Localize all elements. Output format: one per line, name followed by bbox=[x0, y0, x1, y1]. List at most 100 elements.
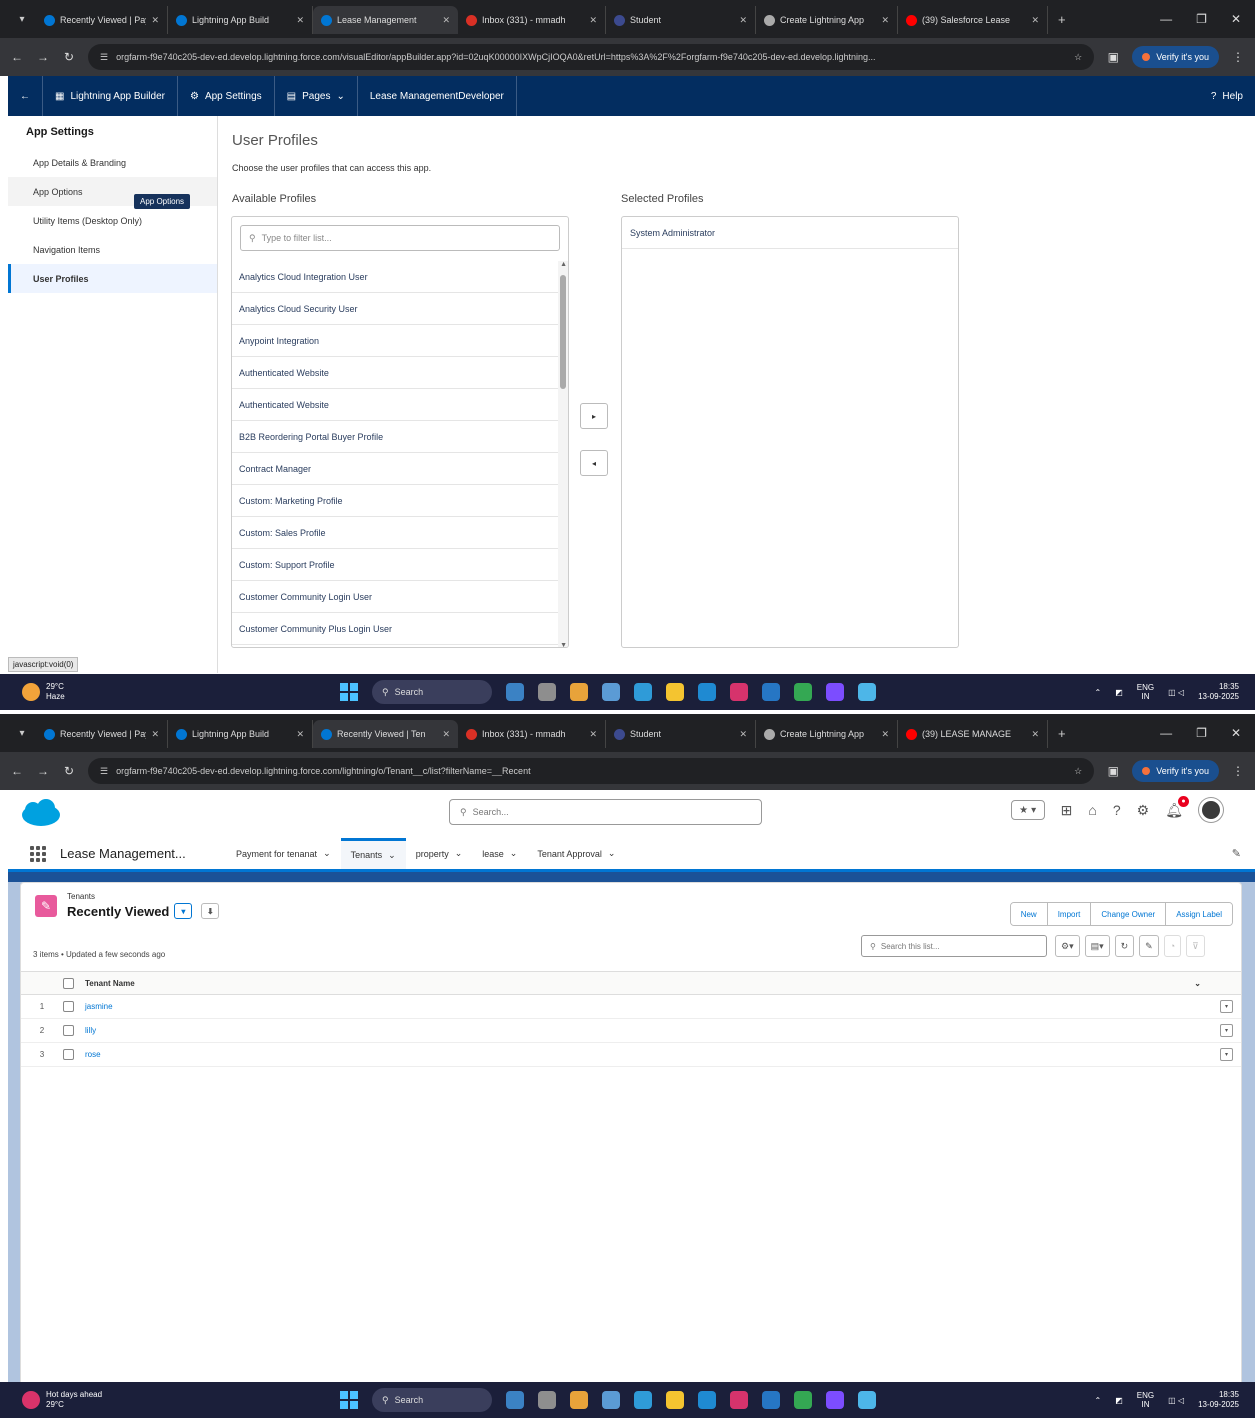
list-item[interactable]: B2B Reordering Portal Buyer Profile bbox=[232, 421, 558, 453]
edge-alt-icon[interactable] bbox=[698, 683, 716, 701]
tab-close-icon[interactable]: ✕ bbox=[1031, 729, 1039, 740]
list-item[interactable]: Anypoint Integration bbox=[232, 325, 558, 357]
list-item[interactable]: Customer Community Plus Login User bbox=[232, 613, 558, 645]
forward-icon[interactable]: → bbox=[36, 50, 50, 64]
browser-tab[interactable]: Recently Viewed | Pay ✕ bbox=[36, 720, 168, 748]
pin-list-icon[interactable]: ⬇ bbox=[201, 903, 220, 919]
bookmark-star-icon[interactable]: ☆ bbox=[1074, 766, 1082, 777]
sidebar-item-user-profiles[interactable]: User Profiles bbox=[8, 264, 217, 293]
edge-alt-icon[interactable] bbox=[698, 1391, 716, 1409]
import-button[interactable]: Import bbox=[1047, 903, 1092, 925]
minimize-icon[interactable]: — bbox=[1160, 726, 1172, 740]
edge-icon[interactable] bbox=[634, 683, 652, 701]
browser-tab[interactable]: Student ✕ bbox=[606, 6, 756, 34]
new-tab-button[interactable]: + bbox=[1048, 726, 1076, 741]
verify-profile-button[interactable]: Verify it's you bbox=[1132, 46, 1219, 68]
tenant-name-link[interactable]: rose bbox=[85, 1050, 101, 1059]
list-item[interactable]: Authenticated Website bbox=[232, 389, 558, 421]
browser-tab[interactable]: Lightning App Build ✕ bbox=[168, 6, 313, 34]
scroll-thumb[interactable] bbox=[560, 275, 566, 389]
display-as-table-icon[interactable]: ▤▾ bbox=[1084, 935, 1110, 957]
language-indicator[interactable]: ENG IN bbox=[1137, 683, 1154, 701]
scroll-up-icon[interactable]: ▲ bbox=[560, 261, 567, 268]
browser-tab[interactable]: Create Lightning App ✕ bbox=[756, 6, 898, 34]
weather-widget[interactable]: 29°C Haze bbox=[0, 682, 340, 702]
edit-list-pencil-icon[interactable]: ✎ bbox=[1139, 935, 1159, 957]
tray-app-icon[interactable]: ◩ bbox=[1115, 1396, 1123, 1405]
chevron-down-icon[interactable]: ⌄ bbox=[608, 848, 616, 859]
chart-icon[interactable]: ◔ bbox=[1163, 935, 1182, 957]
available-profiles-listbox[interactable]: ⚲ Type to filter list... Analytics Cloud… bbox=[231, 216, 569, 648]
tab-close-icon[interactable]: ✕ bbox=[739, 729, 747, 740]
tray-chevron-icon[interactable]: ⌃ bbox=[1095, 1396, 1102, 1405]
chrome-icon[interactable] bbox=[570, 683, 588, 701]
move-to-available-button[interactable]: ◂ bbox=[580, 450, 608, 476]
chevron-down-icon[interactable]: ⌄ bbox=[510, 848, 518, 859]
browser-tab[interactable]: Recently Viewed | Ten ✕ bbox=[313, 720, 458, 748]
tenant-name-link[interactable]: lilly bbox=[85, 1026, 96, 1035]
tray-chevron-icon[interactable]: ⌃ bbox=[1095, 688, 1102, 697]
browser-tab[interactable]: Recently Viewed | Pay ✕ bbox=[36, 6, 168, 34]
filter-input[interactable]: ⚲ Type to filter list... bbox=[240, 225, 560, 251]
tab-close-icon[interactable]: ✕ bbox=[739, 15, 747, 26]
close-window-icon[interactable]: ✕ bbox=[1231, 726, 1241, 740]
clock[interactable]: 18:35 13-09-2025 bbox=[1198, 682, 1239, 702]
browser-tab[interactable]: Lightning App Build ✕ bbox=[168, 720, 313, 748]
browser-tab[interactable]: Create Lightning App ✕ bbox=[756, 720, 898, 748]
tenant-name-link[interactable]: jasmine bbox=[85, 1002, 113, 1011]
row-actions-menu-icon[interactable]: ▾ bbox=[1220, 1024, 1233, 1037]
list-item[interactable]: Custom: Marketing Profile bbox=[232, 485, 558, 517]
list-view-controls-gear-icon[interactable]: ⚙▾ bbox=[1055, 935, 1080, 957]
app-icon[interactable] bbox=[826, 683, 844, 701]
mcafee-icon[interactable] bbox=[730, 683, 748, 701]
sidebar-item-navigation-items[interactable]: Navigation Items bbox=[8, 235, 217, 264]
tab-close-icon[interactable]: ✕ bbox=[881, 15, 889, 26]
row-actions-menu-icon[interactable]: ▾ bbox=[1220, 1048, 1233, 1061]
list-item[interactable]: Analytics Cloud Security User bbox=[232, 293, 558, 325]
tab-close-icon[interactable]: ✕ bbox=[151, 729, 159, 740]
browser-tab[interactable]: Student ✕ bbox=[606, 720, 756, 748]
tab-close-icon[interactable]: ✕ bbox=[442, 15, 450, 26]
bookmark-star-icon[interactable]: ☆ bbox=[1074, 52, 1082, 63]
sidebar-item-utility-items[interactable]: Utility Items (Desktop Only) bbox=[8, 206, 217, 235]
chrome-alt-icon[interactable] bbox=[794, 1391, 812, 1409]
tab-close-icon[interactable]: ✕ bbox=[296, 729, 304, 740]
tab-search-icon[interactable]: ▾ bbox=[8, 722, 36, 744]
chevron-down-icon[interactable]: ⌄ bbox=[455, 848, 463, 859]
close-window-icon[interactable]: ✕ bbox=[1231, 12, 1241, 26]
assign-label-button[interactable]: Assign Label bbox=[1166, 903, 1232, 925]
file-explorer-icon[interactable] bbox=[666, 1391, 684, 1409]
edit-nav-pencil-icon[interactable]: ✎ bbox=[1232, 847, 1241, 860]
list-item[interactable]: Analytics Cloud Integration User bbox=[232, 261, 558, 293]
list-view-picker-button[interactable]: ▾ bbox=[174, 903, 193, 919]
list-item[interactable]: System Administrator bbox=[622, 217, 958, 249]
windows-start-icon[interactable] bbox=[340, 683, 358, 701]
store-icon[interactable] bbox=[602, 1391, 620, 1409]
url-bar[interactable]: ☰ orgfarm-f9e740c205-dev-ed.develop.ligh… bbox=[88, 44, 1095, 70]
edge-icon[interactable] bbox=[634, 1391, 652, 1409]
task-view-icon[interactable] bbox=[506, 1391, 524, 1409]
trailhead-icon[interactable]: ⌂ bbox=[1088, 802, 1096, 818]
help-icon[interactable]: ? bbox=[1113, 802, 1121, 818]
browser-tab[interactable]: Lease Management ✕ bbox=[313, 6, 458, 34]
listbox-scrollbar[interactable]: ▲ ▼ bbox=[558, 261, 568, 647]
back-arrow-button[interactable]: ← bbox=[8, 76, 43, 116]
menu-kebab-icon[interactable]: ⋮ bbox=[1231, 50, 1245, 64]
row-checkbox[interactable] bbox=[63, 1025, 74, 1036]
salesforce-logo-icon[interactable] bbox=[20, 799, 62, 829]
mcafee-icon[interactable] bbox=[730, 1391, 748, 1409]
chevron-down-icon[interactable]: ⌄ bbox=[323, 848, 331, 859]
list-item[interactable]: Authenticated Website bbox=[232, 357, 558, 389]
tab-close-icon[interactable]: ✕ bbox=[442, 729, 450, 740]
site-info-icon[interactable]: ☰ bbox=[100, 766, 108, 777]
taskbar-search[interactable]: ⚲ Search bbox=[372, 1388, 492, 1412]
browser-tab[interactable]: (39) LEASE MANAGE ✕ bbox=[898, 720, 1048, 748]
global-create-icon[interactable]: ⊞ bbox=[1061, 802, 1073, 819]
photos-icon[interactable] bbox=[858, 1391, 876, 1409]
chrome-icon[interactable] bbox=[570, 1391, 588, 1409]
selected-profiles-listbox[interactable]: System Administrator bbox=[621, 216, 959, 648]
url-bar[interactable]: ☰ orgfarm-f9e740c205-dev-ed.develop.ligh… bbox=[88, 758, 1095, 784]
avatar[interactable] bbox=[1199, 798, 1223, 822]
scroll-down-icon[interactable]: ▼ bbox=[560, 642, 567, 647]
minimize-icon[interactable]: — bbox=[1160, 12, 1172, 26]
